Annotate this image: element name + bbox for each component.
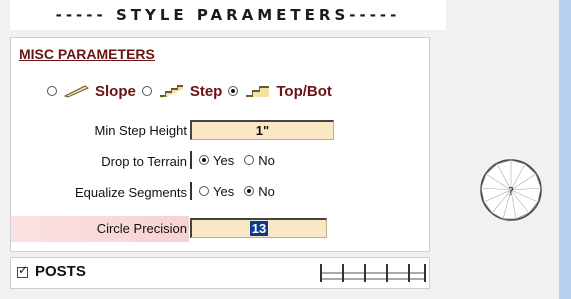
drop-to-terrain-yes-radio[interactable] bbox=[199, 155, 209, 165]
equalize-segments-no[interactable]: No bbox=[244, 184, 275, 199]
misc-parameters-title: MISC PARAMETERS bbox=[19, 46, 155, 62]
field-divider bbox=[190, 151, 193, 169]
fence-posts-icon bbox=[320, 264, 426, 282]
top-bot-icon bbox=[246, 86, 270, 97]
mode-option-step[interactable]: Step bbox=[141, 82, 223, 100]
equalize-segments-label: Equalize Segments bbox=[74, 185, 187, 200]
mode-label-step: Step bbox=[189, 82, 223, 100]
window-edge-strip bbox=[559, 0, 571, 299]
mode-option-top-bot[interactable]: Top/Bot bbox=[228, 83, 332, 100]
drop-to-terrain-no[interactable]: No bbox=[244, 153, 275, 168]
drop-to-terrain-yes[interactable]: Yes bbox=[199, 153, 234, 168]
drop-to-terrain-row: Drop to Terrain Yes No bbox=[11, 149, 429, 175]
misc-parameters-panel: MISC PARAMETERS Slope Step Top/Bot Min S… bbox=[10, 37, 430, 252]
circle-precision-label: Circle Precision bbox=[96, 221, 187, 236]
drop-to-terrain-yes-label: Yes bbox=[213, 152, 235, 168]
min-step-height-value: 1" bbox=[255, 123, 270, 138]
slope-icon bbox=[63, 85, 89, 98]
polygon-preview-icon: ? bbox=[480, 159, 542, 221]
circle-precision-value: 13 bbox=[249, 221, 269, 236]
posts-label: POSTS bbox=[35, 263, 86, 280]
min-step-height-label: Min Step Height bbox=[94, 123, 188, 138]
min-step-height-input[interactable]: 1" bbox=[190, 120, 334, 140]
step-radio[interactable] bbox=[141, 86, 152, 96]
equalize-segments-yes-label: Yes bbox=[213, 183, 235, 199]
style-parameters-header: ----- STYLE PARAMETERS----- bbox=[10, 0, 446, 30]
field-divider bbox=[190, 182, 193, 200]
circle-precision-row: Circle Precision 13 bbox=[11, 216, 429, 242]
circle-precision-input[interactable]: 13 bbox=[190, 218, 327, 238]
preview-symbol: ? bbox=[508, 185, 514, 198]
mode-option-slope[interactable]: Slope bbox=[47, 83, 136, 100]
slope-radio[interactable] bbox=[47, 86, 57, 96]
drop-to-terrain-label: Drop to Terrain bbox=[101, 154, 187, 169]
circle-precision-value-wrap: 13 bbox=[192, 221, 326, 236]
drop-to-terrain-no-label: No bbox=[258, 152, 275, 168]
equalize-segments-no-radio[interactable] bbox=[244, 186, 255, 196]
step-icon bbox=[159, 85, 183, 98]
circle-precision-preview: ? bbox=[476, 155, 546, 225]
equalize-segments-yes-radio[interactable] bbox=[199, 186, 209, 196]
posts-checkbox[interactable] bbox=[17, 263, 28, 278]
equalize-segments-options: Yes No bbox=[190, 182, 285, 200]
drop-to-terrain-no-radio[interactable] bbox=[244, 155, 255, 165]
mode-label-slope: Slope bbox=[95, 82, 136, 100]
posts-section: POSTS bbox=[10, 257, 430, 289]
drop-to-terrain-options: Yes No bbox=[190, 151, 285, 169]
equalize-segments-no-label: No bbox=[258, 183, 275, 199]
mode-label-top-bot: Top/Bot bbox=[276, 82, 332, 100]
top-bot-radio[interactable] bbox=[228, 86, 239, 96]
equalize-segments-row: Equalize Segments Yes No bbox=[11, 180, 429, 206]
mode-selector: Slope Step Top/Bot bbox=[47, 79, 338, 103]
min-step-height-row: Min Step Height 1" bbox=[11, 118, 429, 144]
equalize-segments-yes[interactable]: Yes bbox=[199, 184, 234, 199]
